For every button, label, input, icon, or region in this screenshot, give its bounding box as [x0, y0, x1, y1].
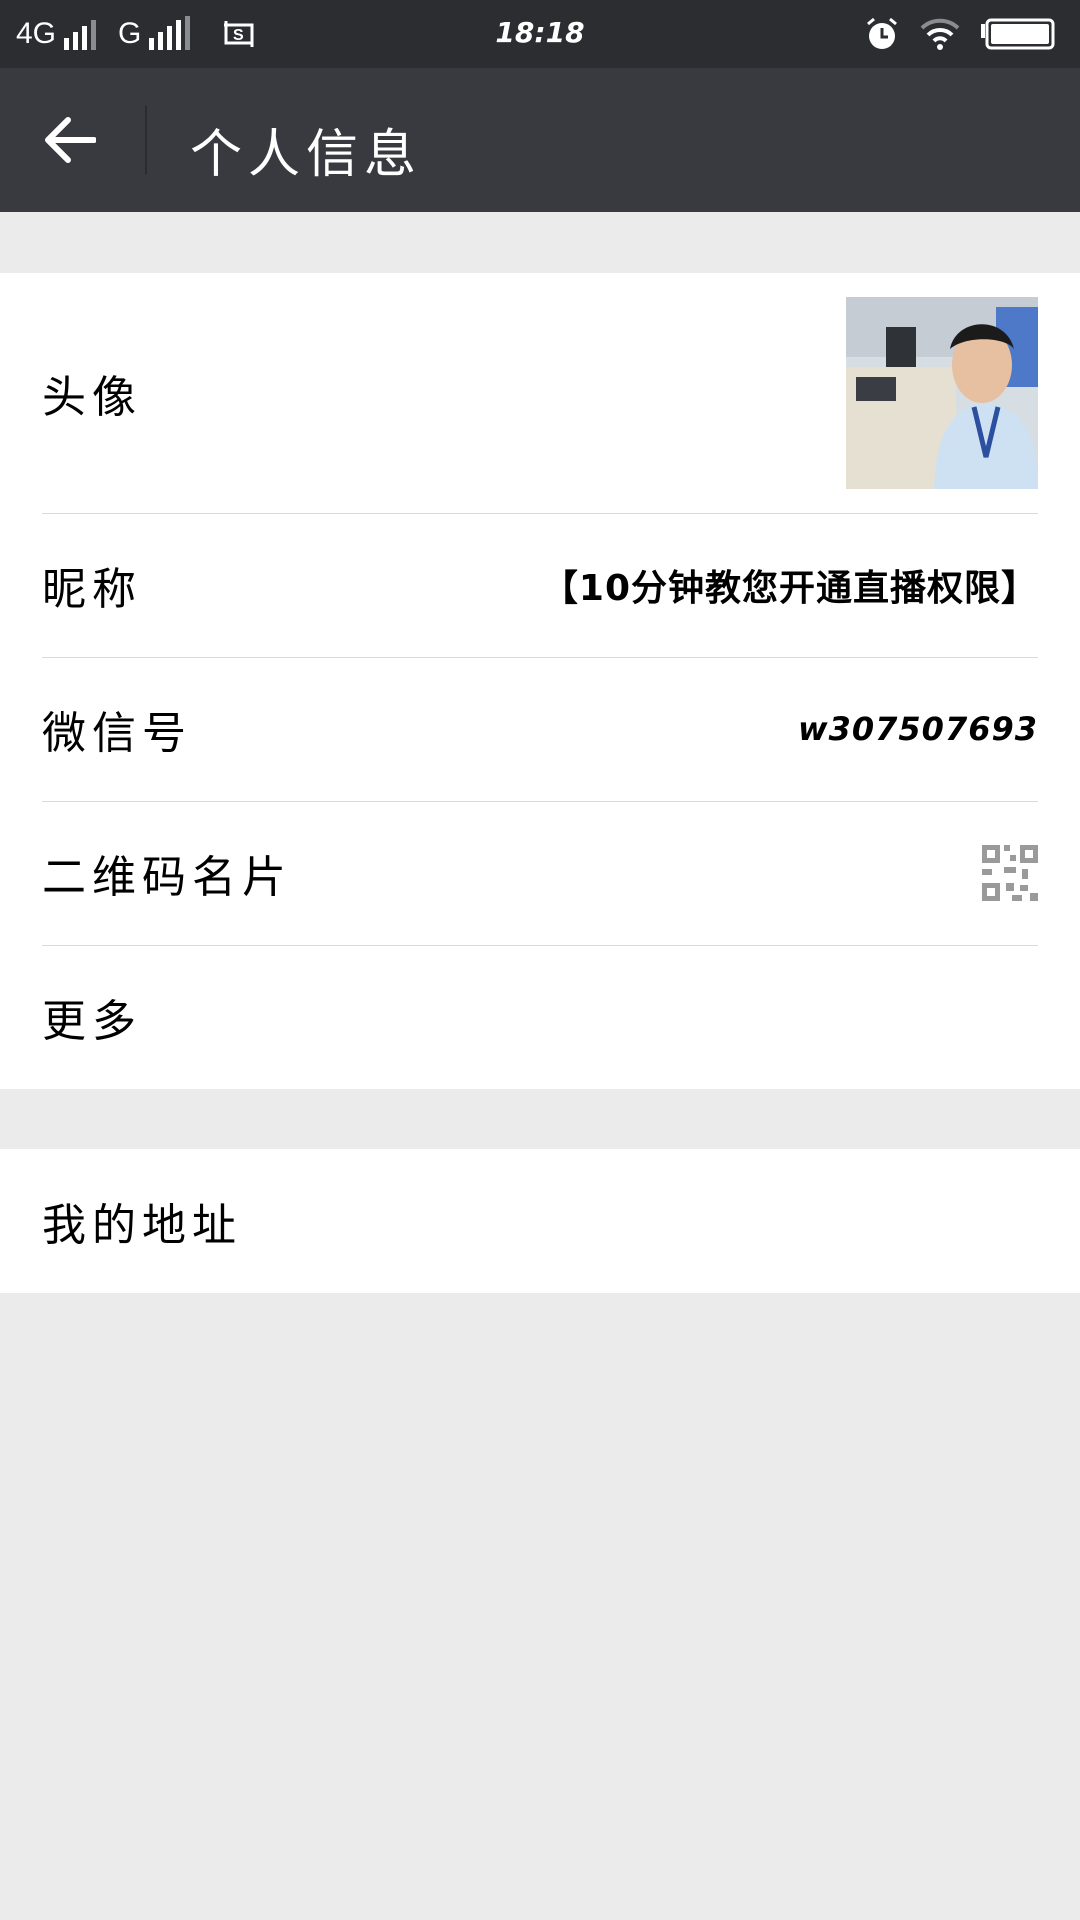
avatar-photo	[846, 297, 1038, 489]
wechat-id-value: w307507693	[798, 710, 1038, 748]
nickname-row[interactable]: 昵称 【10分钟教您开通直播权限】	[0, 513, 1080, 657]
arrow-left-icon	[45, 117, 96, 163]
title-divider	[145, 106, 147, 174]
more-row[interactable]: 更多	[0, 945, 1080, 1089]
avatar-label: 头像	[42, 372, 142, 423]
status-right	[864, 14, 1056, 54]
alarm-icon	[867, 17, 897, 49]
qr-card-row[interactable]: 二维码名片	[0, 801, 1080, 945]
address-row[interactable]: 我的地址	[0, 1149, 1080, 1293]
page-title: 个人信息	[190, 125, 423, 185]
nickname-value: 【10分钟教您开通直播权限】	[541, 568, 1038, 609]
more-label: 更多	[42, 996, 142, 1047]
title-bar: 个人信息	[0, 68, 1080, 212]
address-label: 我的地址	[42, 1200, 242, 1251]
avatar-row[interactable]: 头像	[0, 273, 1080, 513]
wifi-icon	[920, 18, 960, 50]
wechat-id-row[interactable]: 微信号 w307507693	[0, 657, 1080, 801]
avatar[interactable]	[846, 297, 1038, 489]
status-bar: 4G G S 18:18	[0, 0, 1080, 68]
nickname-label: 昵称	[42, 564, 142, 615]
address-group: 我的地址	[0, 1149, 1080, 1293]
battery-icon	[981, 18, 1055, 50]
back-button[interactable]	[40, 112, 100, 168]
wechat-id-label: 微信号	[42, 708, 192, 759]
qr-card-label: 二维码名片	[42, 852, 292, 903]
profile-group: 头像 昵称 【10分钟教您开通直播权限】 微信号 w307507693 二维码名…	[0, 273, 1080, 1089]
qr-code-icon	[982, 845, 1038, 901]
